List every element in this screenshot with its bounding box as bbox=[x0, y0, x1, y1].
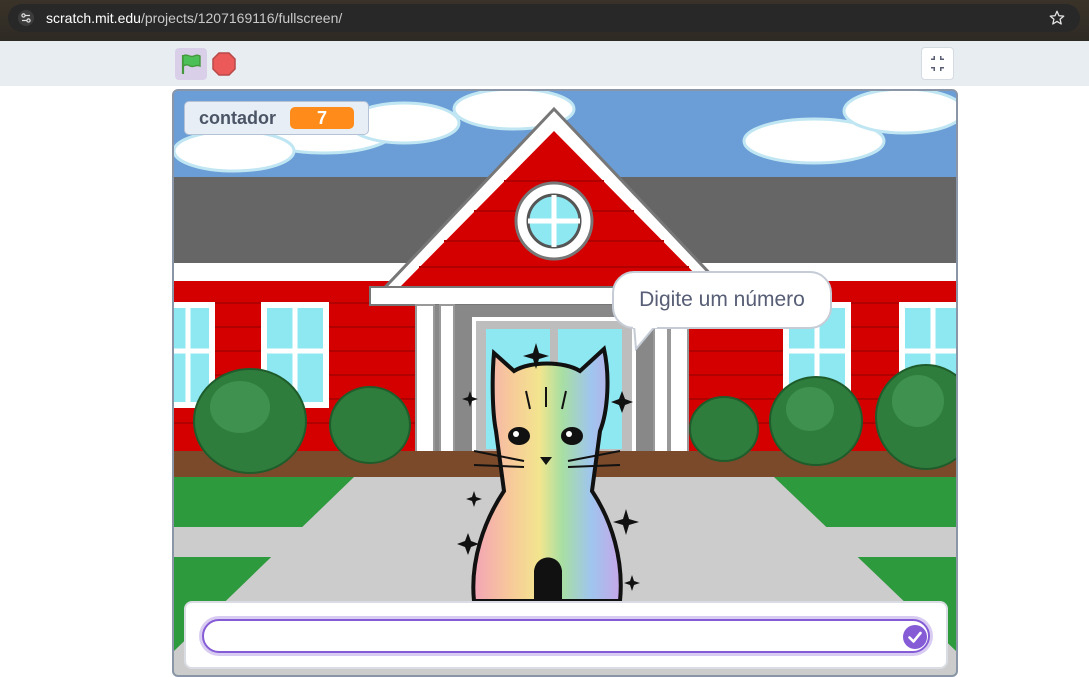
browser-toolbar: scratch.mit.edu/projects/1207169116/full… bbox=[0, 0, 1089, 41]
star-icon[interactable] bbox=[1048, 9, 1066, 27]
school-backdrop bbox=[174, 91, 956, 675]
url-path: /projects/1207169116/fullscreen/ bbox=[140, 10, 343, 26]
unfullscreen-icon bbox=[931, 56, 944, 71]
answer-input[interactable] bbox=[202, 619, 930, 653]
submit-answer-button[interactable] bbox=[903, 625, 927, 649]
check-icon bbox=[908, 631, 922, 643]
variable-value: 7 bbox=[290, 107, 355, 129]
speech-bubble: Digite um número bbox=[612, 271, 832, 329]
variable-monitor: contador 7 bbox=[184, 101, 370, 135]
speech-bubble-tail bbox=[633, 325, 657, 351]
stage[interactable]: contador 7 Digite um número bbox=[172, 89, 958, 677]
address-bar[interactable]: scratch.mit.edu/projects/1207169116/full… bbox=[8, 4, 1080, 32]
ask-prompt-panel bbox=[184, 601, 948, 669]
url-text[interactable]: scratch.mit.edu/projects/1207169116/full… bbox=[46, 10, 342, 26]
url-host: scratch.mit.edu bbox=[46, 10, 141, 26]
variable-name: contador bbox=[199, 107, 277, 128]
unfullscreen-button[interactable] bbox=[921, 47, 954, 80]
site-info-icon[interactable] bbox=[18, 10, 34, 26]
green-flag-button[interactable] bbox=[175, 48, 207, 80]
green-flag-icon bbox=[181, 54, 201, 74]
speech-text: Digite um número bbox=[639, 288, 805, 311]
stop-icon[interactable] bbox=[212, 52, 236, 76]
